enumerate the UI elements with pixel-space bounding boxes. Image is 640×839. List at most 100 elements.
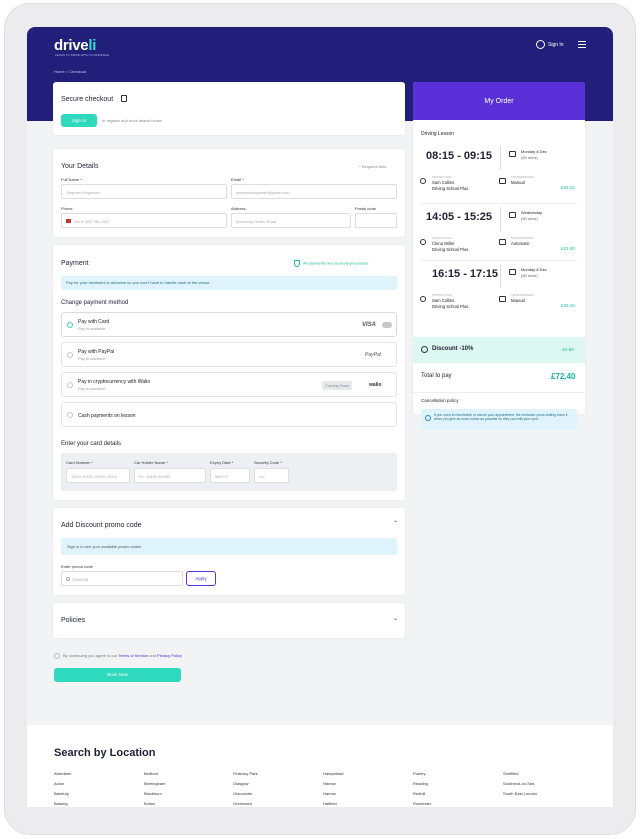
location-link[interactable]: Reading	[413, 781, 428, 786]
payment-option-cash[interactable]: Cash payments on lesson	[61, 402, 397, 427]
holder-input[interactable]: Ex. JOHN WYNN	[134, 468, 206, 483]
details-title: Your Details	[61, 163, 99, 170]
divider	[413, 392, 585, 393]
coming-soon-badge: Coming Soon	[322, 381, 353, 390]
secure-note: All payments are securely processed	[294, 260, 368, 267]
search-section: Search by Location Aberdeen Acton Banbury B…	[27, 725, 613, 807]
apply-button[interactable]: Apply	[186, 571, 216, 586]
instructor-name: Sam Collins	[432, 298, 455, 303]
location-link[interactable]: Gloucester	[233, 791, 252, 796]
order-header: My Order	[413, 82, 585, 120]
location-link[interactable]: Putney	[413, 771, 425, 776]
chevron-up-icon[interactable]: ⌃	[393, 520, 398, 527]
lesson-day: Monday 8 Dec	[521, 267, 547, 272]
payment-option-card[interactable]: Pay with Card Pay in advance VISA	[61, 312, 397, 337]
location-link[interactable]: Blackburn	[144, 791, 162, 796]
location-link[interactable]: Finsbury Park	[233, 771, 258, 776]
promo-signin-text[interactable]: Sign in to see your available promo code…	[67, 544, 141, 549]
full-name-input[interactable]: Stephen Kingsman	[61, 184, 227, 199]
location-link[interactable]: Acton	[54, 781, 64, 786]
cancel-policy-banner: If you need to reschedule or cancel your…	[421, 409, 577, 430]
info-icon	[425, 415, 431, 421]
mastercard-icon	[382, 322, 392, 328]
location-link[interactable]: Greenwich	[233, 801, 252, 806]
policies-card[interactable]: Policies ⌄	[53, 603, 405, 638]
location-link[interactable]: Harrow	[323, 791, 336, 796]
location-link[interactable]: Bedford	[144, 771, 158, 776]
location-link[interactable]: South East London	[503, 791, 537, 796]
location-link[interactable]: Hampstead	[323, 771, 343, 776]
postcode-label: Postal code	[355, 206, 376, 211]
postcode-input[interactable]	[355, 213, 397, 228]
card-details-title: Enter your card details	[61, 441, 122, 447]
location-link[interactable]: Bolton	[144, 801, 155, 806]
terms-link[interactable]: Terms of Service	[118, 653, 148, 658]
radio-walio[interactable]	[67, 382, 73, 388]
payment-title: Payment	[61, 260, 89, 267]
gearbox-icon	[499, 296, 506, 302]
expiry-input[interactable]: MM/YY	[210, 468, 250, 483]
tag-icon	[66, 577, 70, 581]
logo-main: drive	[54, 37, 89, 54]
header-signin[interactable]: Sign In	[536, 40, 564, 49]
location-link[interactable]: Redhill	[413, 791, 425, 796]
flag-icon	[66, 219, 71, 223]
address-label: Address	[231, 206, 246, 211]
option-cash-title: Cash payments on lesson	[78, 413, 136, 419]
location-link[interactable]: Barking	[54, 801, 68, 806]
steering-wheel-icon	[420, 178, 426, 184]
privacy-link[interactable]: Privacy Policy	[157, 653, 182, 658]
location-link[interactable]: Banbury	[54, 791, 69, 796]
phone-prefix[interactable]: +44	[73, 219, 80, 224]
payment-option-paypal[interactable]: Pay with PayPal Pay in advance PayPal	[61, 342, 397, 367]
trans-value: Manual	[511, 298, 525, 303]
discount-label: Discount -10%	[432, 346, 474, 352]
book-now-button[interactable]: Book Now	[54, 668, 181, 682]
screen: driveli LEARN TO DRIVE WITH CONFIDENCE S…	[27, 27, 613, 807]
phone-input[interactable]: +44 ▾ 283 786 2422	[61, 213, 227, 228]
hamburger-menu-icon[interactable]	[578, 41, 586, 50]
trans-value: Manual	[511, 180, 525, 185]
location-link[interactable]: Southend-on-Sea	[503, 781, 534, 786]
divider	[500, 146, 501, 170]
calendar-icon	[509, 269, 516, 275]
lesson-1: 08:15 - 09:15 Monday 8 Dec (60 mins) INS…	[413, 144, 585, 199]
agree-checkbox[interactable]	[54, 653, 60, 659]
signin-button[interactable]: Sign In	[61, 114, 97, 127]
location-link[interactable]: Glasgow	[233, 781, 249, 786]
radio-cash[interactable]	[67, 412, 73, 418]
lesson-day: Wednesday	[521, 210, 543, 215]
discount-icon	[421, 346, 428, 353]
location-link[interactable]: Aberdeen	[54, 771, 71, 776]
shield-icon	[294, 260, 300, 267]
option-walio-sub: Pay in advance	[78, 386, 106, 391]
location-link[interactable]: Harrow	[323, 781, 336, 786]
trans-label: TRANSMISSION	[511, 293, 534, 297]
discount-row: Discount -10% -£2.50	[413, 337, 585, 363]
location-link[interactable]: Rochester	[413, 801, 431, 806]
option-card-title: Pay with Card	[78, 319, 110, 325]
discount-card: Add Discount promo code ⌃ Sign in to see…	[53, 508, 405, 595]
logo[interactable]: driveli	[54, 37, 96, 54]
steering-wheel-icon	[420, 296, 426, 302]
driving-lesson-title: Driving Lesson	[421, 131, 455, 137]
chevron-down-icon[interactable]: ⌄	[393, 615, 398, 622]
promo-input[interactable]: SZ#6928	[61, 571, 183, 586]
address-input[interactable]: Bonderay Green Road	[231, 213, 351, 228]
payment-option-walio[interactable]: Pay in cryptocurrency with Walio Pay in …	[61, 372, 397, 397]
lesson-time: 08:15 - 09:15	[426, 150, 493, 162]
gearbox-icon	[499, 239, 506, 245]
phone-label: Phone	[61, 206, 73, 211]
radio-paypal[interactable]	[67, 352, 73, 358]
location-link[interactable]: Birmingham	[144, 781, 165, 786]
email-input[interactable]: stephenkingsman@gmail.com	[231, 184, 397, 199]
school-name: Driving School Plus	[432, 247, 469, 252]
location-link[interactable]: Sheffield	[503, 771, 519, 776]
location-link[interactable]: Hatfield	[323, 801, 337, 806]
option-paypal-sub: Pay in advance	[78, 356, 106, 361]
code-input[interactable]: ••••	[254, 468, 289, 483]
card-details-panel: Card Number * XXXX XXXX XXXX XXXX Car Ho…	[61, 453, 397, 491]
card-number-input[interactable]: XXXX XXXX XXXX XXXX	[66, 468, 130, 483]
payment-card: Payment All payments are securely proces…	[53, 245, 405, 500]
radio-card[interactable]	[67, 322, 73, 328]
